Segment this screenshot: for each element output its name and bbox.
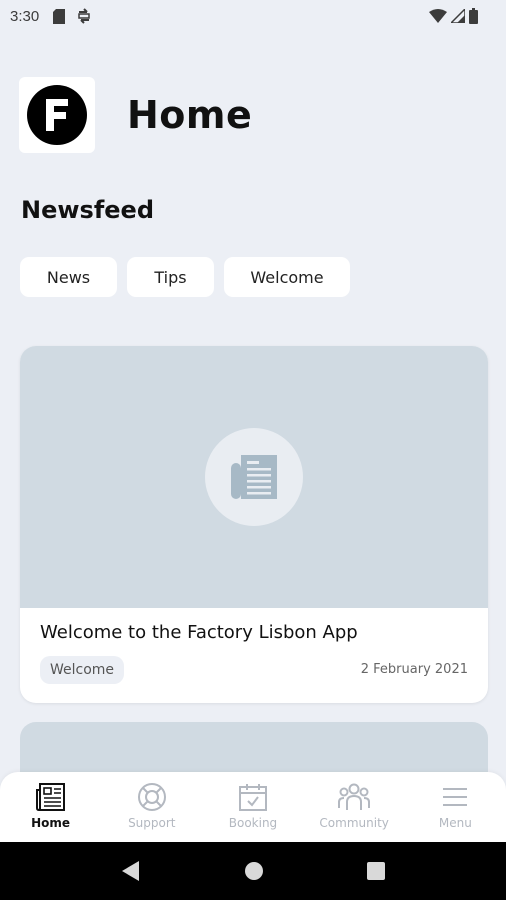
signal-icon (451, 9, 465, 23)
nav-support-label: Support (128, 816, 176, 830)
nav-menu-label: Menu (438, 816, 472, 830)
chip-welcome[interactable]: Welcome (224, 257, 350, 297)
post-date: 2 February 2021 (360, 662, 468, 677)
back-icon[interactable] (121, 860, 141, 882)
sync-icon (78, 8, 90, 24)
newspaper-placeholder-icon (231, 455, 277, 499)
filter-chips: News Tips Welcome (20, 257, 350, 297)
status-time: 3:30 (10, 7, 40, 25)
app-logo (19, 77, 95, 153)
people-icon (338, 783, 371, 810)
nav-home-label: Home (31, 816, 71, 830)
android-nav-bar (0, 842, 506, 900)
wifi-icon (429, 9, 447, 23)
placeholder-circle (205, 428, 303, 526)
nav-booking[interactable]: Booking (203, 782, 303, 830)
status-bar: 3:30 (0, 0, 506, 32)
battery-icon (469, 8, 478, 24)
nav-community[interactable]: Community (304, 782, 404, 830)
sd-card-icon (53, 8, 66, 24)
nav-menu[interactable]: Menu (405, 782, 505, 830)
post-image-placeholder (20, 346, 488, 608)
newsfeed-title: Newsfeed (21, 196, 154, 224)
post-card[interactable]: Welcome to the Factory Lisbon App Welcom… (20, 346, 488, 703)
logo-circle (27, 85, 87, 145)
calendar-check-icon (238, 784, 267, 811)
post-tag: Welcome (40, 656, 125, 684)
nav-home[interactable]: Home (1, 782, 101, 830)
recents-icon[interactable] (366, 862, 385, 880)
hamburger-menu-icon (443, 788, 468, 806)
page-title: Home (127, 93, 253, 137)
factory-logo-icon (46, 99, 68, 131)
chip-news[interactable]: News (20, 257, 117, 297)
chip-tips[interactable]: Tips (127, 257, 214, 297)
home-circle-icon[interactable] (244, 861, 264, 881)
bottom-nav: Home Support Booking Community Menu (0, 772, 506, 842)
nav-support[interactable]: Support (102, 782, 202, 830)
nav-community-label: Community (319, 816, 389, 830)
post-title: Welcome to the Factory Lisbon App (40, 622, 358, 643)
nav-booking-label: Booking (228, 816, 278, 830)
page-header: Home (19, 77, 252, 153)
newspaper-icon (35, 783, 65, 811)
lifebuoy-icon (137, 783, 166, 811)
